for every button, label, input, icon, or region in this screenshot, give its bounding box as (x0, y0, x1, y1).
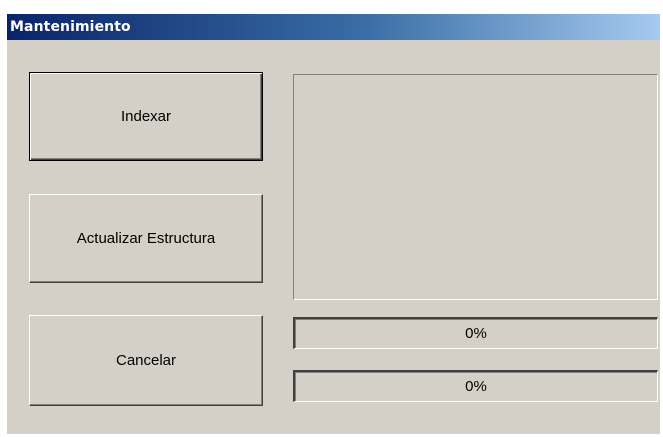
window-title: Mantenimiento (10, 19, 131, 35)
maintenance-window: Mantenimiento Indexar Actualizar Estruct… (6, 13, 661, 435)
cancelar-button[interactable]: Cancelar (29, 315, 263, 406)
title-bar[interactable]: Mantenimiento (7, 14, 660, 40)
progress-bar-primary: 0% (293, 317, 658, 349)
progress-label-secondary: 0% (465, 378, 487, 395)
progress-label-primary: 0% (465, 325, 487, 342)
actualizar-estructura-button[interactable]: Actualizar Estructura (29, 194, 263, 283)
progress-bar-secondary: 0% (293, 370, 658, 402)
indexar-button[interactable]: Indexar (29, 72, 263, 161)
log-panel (293, 74, 658, 300)
